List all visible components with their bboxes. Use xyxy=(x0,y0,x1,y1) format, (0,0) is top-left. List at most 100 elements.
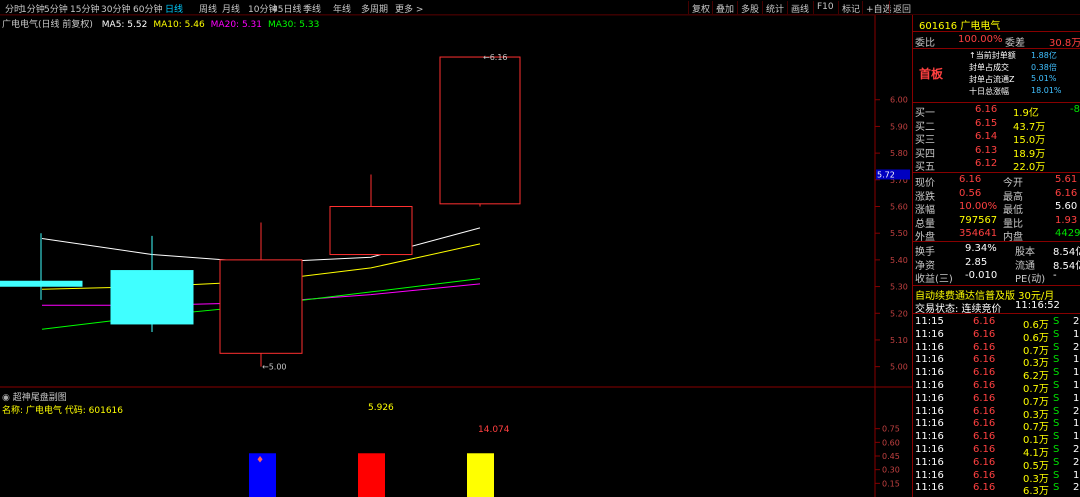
period-tab-10[interactable]: 45日线 xyxy=(272,2,301,15)
price-tick-8: 5.20 xyxy=(890,309,908,318)
tick-row-4: 11:16 6.16 6.2万 S 1 xyxy=(913,367,1080,382)
sub-chart-value: 5.926 xyxy=(368,403,394,413)
toolbar-button-0[interactable]: 复权 xyxy=(688,1,713,15)
tick-side: S xyxy=(1053,456,1060,468)
ad-row[interactable]: 自动续费通达信普及版 30元/月 xyxy=(913,287,1080,302)
tick-row-1: 11:16 6.16 0.6万 S 1 xyxy=(913,328,1080,344)
quote-row-3: 总量 797567 量比 1.93 xyxy=(913,214,1080,230)
tick-side: S xyxy=(1053,431,1060,443)
tick-side: S xyxy=(1053,328,1060,340)
period-tab-2[interactable]: 5分钟 xyxy=(44,2,68,15)
tick-time: 11:16 xyxy=(915,405,944,417)
candle-body-1 xyxy=(110,270,194,325)
seal-stat-label: ↑当前封单额 xyxy=(969,51,1016,60)
price-tick-4: 5.60 xyxy=(890,203,908,212)
quote-value: 797567 xyxy=(959,214,998,226)
tick-time: 11:15 xyxy=(915,316,944,327)
bid-price: 6.15 xyxy=(975,117,998,129)
period-tab-11[interactable]: 季线 xyxy=(303,2,321,15)
seal-stat-value: 1.88亿 xyxy=(1031,51,1057,60)
sub-tick-2: 0.45 xyxy=(882,452,900,461)
tick-time: 11:16 xyxy=(915,469,944,481)
tick-time: 11:16 xyxy=(915,341,944,353)
tick-volume: 6.3万 xyxy=(1023,486,1049,497)
candle-body-2 xyxy=(219,259,303,354)
ma-label-2: MA20: 5.31 xyxy=(210,20,262,30)
period-tab-14[interactable]: 更多 > xyxy=(395,2,423,15)
sub-chart-name: 名称: 广电电气 代码: 601616 xyxy=(2,406,124,416)
seal-stat-label: 十日总涨幅 xyxy=(969,87,1009,96)
tick-side: S xyxy=(1053,354,1060,366)
tick-time: 11:16 xyxy=(915,431,944,443)
tick-time: 11:16 xyxy=(915,354,944,366)
period-tab-8[interactable]: 月线 xyxy=(222,2,240,15)
sub-bar-1 xyxy=(358,453,385,497)
collapse-icon[interactable]: ◉ xyxy=(2,393,10,403)
period-tab-4[interactable]: 30分钟 xyxy=(101,2,130,15)
kline-svg[interactable]: 6.005.905.805.705.605.505.405.305.205.10… xyxy=(0,15,912,497)
tick-price: 6.16 xyxy=(973,469,996,481)
period-tab-1[interactable]: 1分钟 xyxy=(21,2,45,15)
tick-row-2: 11:16 6.16 0.7万 S 2 xyxy=(913,341,1080,357)
tick-price: 6.16 xyxy=(973,482,996,494)
tick-time: 11:16 xyxy=(915,380,944,391)
bid-row-4: 买五 6.12 22.0万 xyxy=(913,158,1080,173)
seal-stat-label: 封单占流通Z xyxy=(969,75,1015,84)
fund-row-1: 净资2.85流通8.54亿 xyxy=(913,257,1080,272)
weibi-row: 委比 100.00% 委差 30.8万 xyxy=(913,34,1080,49)
tick-price: 6.16 xyxy=(973,444,996,455)
price-tick-7: 5.30 xyxy=(890,283,908,292)
tick-count: 1 xyxy=(1073,392,1080,404)
tick-time: 11:16 xyxy=(915,444,944,455)
period-tab-3[interactable]: 15分钟 xyxy=(70,2,99,15)
candle-body-3 xyxy=(329,206,413,256)
sub-tick-1: 0.60 xyxy=(882,438,900,447)
toolbar-button-6[interactable]: 标记 xyxy=(838,1,863,15)
weicha-label: 委差 xyxy=(1005,38,1025,49)
sub-chart-value-2: 14.074 xyxy=(478,425,510,435)
sub-tick-3: 0.30 xyxy=(882,466,900,475)
bid-volume: 22.0万 xyxy=(1013,162,1046,173)
sub-tick-0: 0.75 xyxy=(882,425,900,434)
fund-label-2: PE(动) xyxy=(1015,274,1046,285)
high-label: ←6.16 xyxy=(483,53,508,62)
toolbar-button-2[interactable]: 多股 xyxy=(737,1,762,15)
kline-chart[interactable]: 6.00 5.90 5.80 5.70 5.60 5.50 5.40 5.30 5.20 5.10… xyxy=(0,15,912,497)
ma-label-1: MA10: 5.46 xyxy=(153,20,205,30)
toolbar-button-8[interactable]: 返回 xyxy=(889,1,914,15)
sub-bar-2 xyxy=(467,453,494,497)
price-tick-5: 5.50 xyxy=(890,229,908,238)
price-tick-2: 5.80 xyxy=(890,149,908,158)
quote-value-2: 442926 xyxy=(1055,228,1080,239)
quote-row-1: 涨跌 0.56 最高 6.16 xyxy=(913,188,1080,203)
tick-row-3: 11:16 6.16 0.3万 S 1 xyxy=(913,354,1080,369)
quote-row-0: 现价 6.16 今开 5.61 xyxy=(913,174,1080,189)
tick-row-10: 11:16 6.16 4.1万 S 2 xyxy=(913,444,1080,459)
period-tab-6[interactable]: 日线 xyxy=(165,2,183,15)
tick-side: S xyxy=(1053,380,1060,391)
tick-count: 1 xyxy=(1073,380,1080,391)
tick-side: S xyxy=(1053,469,1060,481)
tick-price: 6.16 xyxy=(973,456,996,468)
quote-value-2: 5.60 xyxy=(1055,201,1078,212)
ma-label-0: MA5: 5.52 xyxy=(101,20,148,30)
tick-price: 6.16 xyxy=(973,418,996,430)
weibi-value: 100.00% xyxy=(958,34,1003,45)
tick-side: S xyxy=(1053,316,1060,327)
bid-change: -8 xyxy=(1070,104,1080,115)
tick-row-11: 11:16 6.16 0.5万 S 2 xyxy=(913,456,1080,472)
toolbar-button-1[interactable]: 叠加 xyxy=(712,1,737,15)
sub-chart-title: 超神尾盘副图 xyxy=(12,393,67,403)
toolbar-button-4[interactable]: 画线 xyxy=(787,1,812,15)
period-tab-12[interactable]: 年线 xyxy=(333,2,351,15)
seal-stat-label: 封单占成交 xyxy=(969,63,1009,72)
status-time: 11:16:52 xyxy=(1015,300,1060,311)
tick-price: 6.16 xyxy=(973,328,996,340)
bid-label: 买五 xyxy=(915,162,935,173)
toolbar-button-5[interactable]: F10 xyxy=(813,1,837,14)
period-tab-13[interactable]: 多周期 xyxy=(361,2,388,15)
toolbar-button-3[interactable]: 统计 xyxy=(762,1,787,15)
period-tab-7[interactable]: 周线 xyxy=(199,2,217,15)
period-tab-5[interactable]: 60分钟 xyxy=(133,2,162,15)
tick-count: 2 xyxy=(1073,444,1080,455)
